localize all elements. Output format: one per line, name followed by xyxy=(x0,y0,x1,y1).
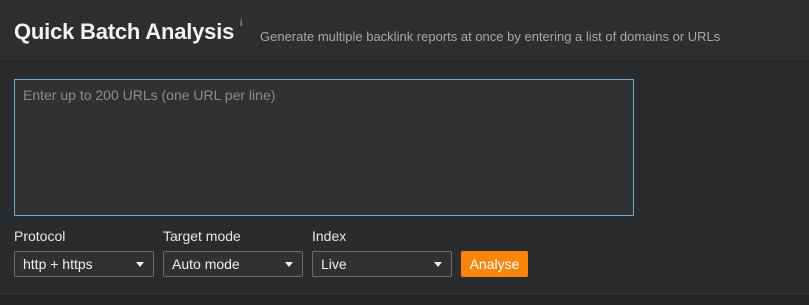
index-label: Index xyxy=(312,228,347,244)
analyse-button[interactable]: Analyse xyxy=(461,251,528,277)
protocol-label: Protocol xyxy=(14,228,66,244)
batch-form: Protocol http + https Target mode Auto m… xyxy=(0,63,809,293)
chevron-down-icon xyxy=(136,262,144,267)
target-mode-label: Target mode xyxy=(163,228,241,244)
footer-divider xyxy=(0,293,809,305)
target-mode-select[interactable]: Auto mode xyxy=(163,251,303,277)
protocol-select[interactable]: http + https xyxy=(14,251,154,277)
urls-textarea[interactable] xyxy=(14,79,634,216)
page-header: Quick Batch Analysis i Generate multiple… xyxy=(0,0,809,62)
index-select-value: Live xyxy=(321,256,347,272)
info-icon[interactable]: i xyxy=(240,18,242,29)
chevron-down-icon xyxy=(285,262,293,267)
protocol-select-value: http + https xyxy=(23,256,93,272)
page-title: Quick Batch Analysis xyxy=(14,19,235,44)
target-mode-select-value: Auto mode xyxy=(172,256,240,272)
page-subtitle: Generate multiple backlink reports at on… xyxy=(260,29,721,44)
chevron-down-icon xyxy=(434,262,442,267)
index-select[interactable]: Live xyxy=(312,251,452,277)
